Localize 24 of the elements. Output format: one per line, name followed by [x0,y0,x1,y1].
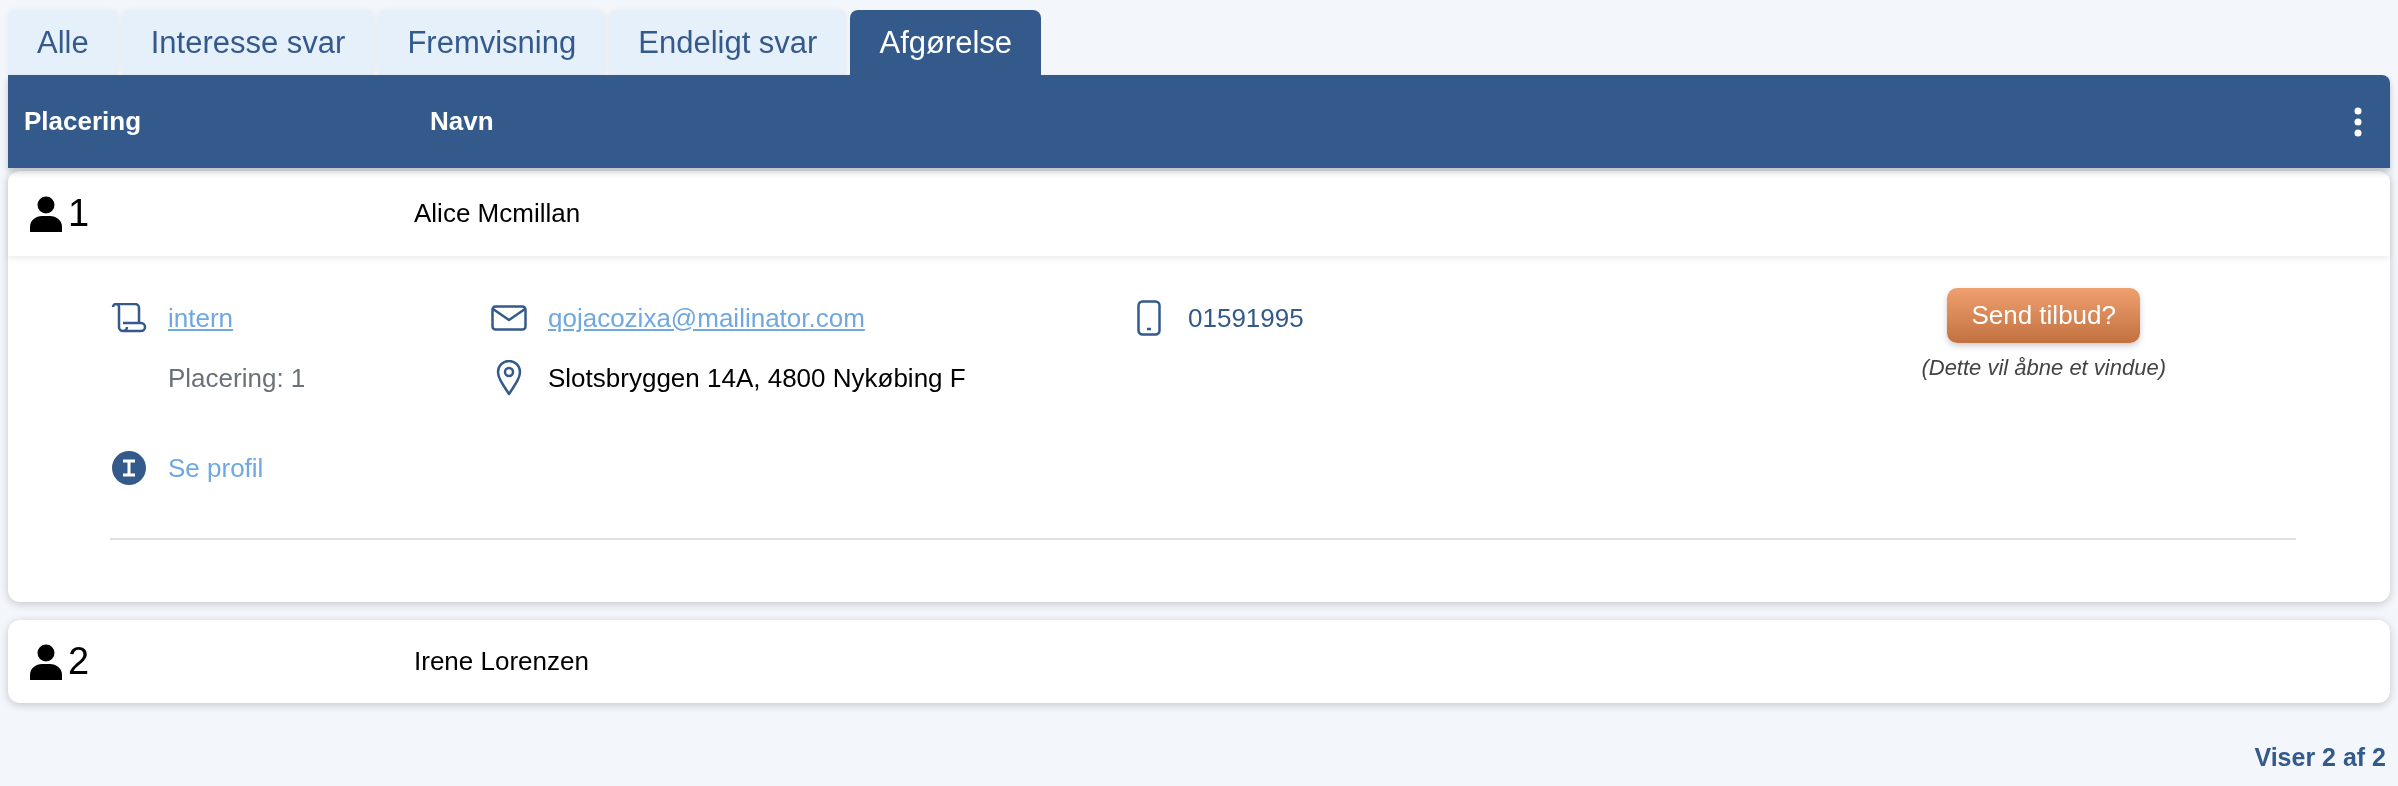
person-icon [30,643,62,680]
phone-icon [1137,300,1161,336]
placement-number: 2 [68,640,90,683]
column-header: Placering [23,106,143,137]
hint-text: (Dette vil åbne et vindue) [1921,355,2166,381]
scroll-icon [111,303,147,333]
placement-label: Placering: 1 [167,362,306,394]
address-text: Slotsbryggen 14A, 4800 Nykøbing F [548,362,966,394]
tab[interactable]: Endeligt svar [609,10,847,75]
placement-number: 1 [68,192,90,235]
phone-number: 01591995 [1188,302,1304,334]
info-icon [112,451,146,485]
mail-icon [491,305,527,331]
tab[interactable]: Afgørelse [850,10,1042,75]
applicant-name[interactable]: Alice Mcmillan [414,198,581,229]
applicant-name[interactable]: Irene Lorenzen [414,646,589,677]
tab[interactable]: Interesse svar [121,10,375,75]
result-count: Viser 2 af 2 [2254,743,2386,771]
column-header: Navn [430,106,494,137]
person-icon [30,195,62,232]
tab[interactable]: Alle [8,10,118,75]
location-pin-icon [496,360,522,396]
tab[interactable]: Fremvisning [378,10,606,75]
more-menu-icon[interactable] [2354,106,2362,137]
